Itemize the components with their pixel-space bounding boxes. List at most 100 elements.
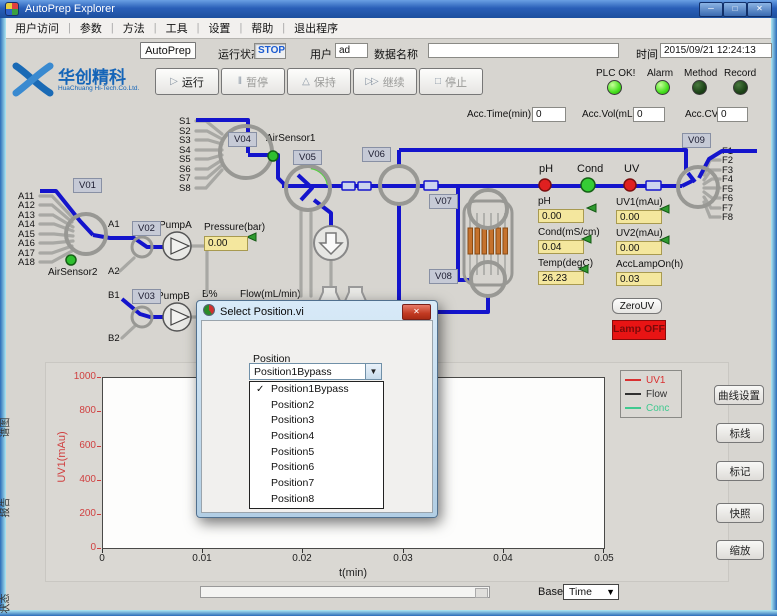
option-label: Position8: [271, 493, 314, 505]
x-tick: 0.03: [386, 553, 420, 564]
b1-label: B1: [108, 290, 120, 301]
chart-x-axis-label: t(min): [336, 567, 370, 579]
acc-vol-label: Acc.Vol(mL): [582, 109, 636, 120]
acclamp-readout-label: AccLampOn(h): [616, 259, 683, 270]
uv2-readout-label: UV2(mAu): [616, 228, 663, 239]
menu-item-tools[interactable]: 工具: [157, 20, 197, 36]
zoom-button[interactable]: 缩放: [716, 540, 764, 560]
side-tab-chromatogram[interactable]: 谱图: [0, 418, 12, 438]
dropdown-option[interactable]: Position6: [250, 460, 383, 476]
alarm-led: [655, 80, 670, 95]
valve-label-v06[interactable]: V06: [362, 147, 391, 162]
pause-button[interactable]: ‖ 暂停: [221, 68, 285, 95]
port-label: F8: [722, 212, 733, 223]
dialog-title: Select Position.vi: [203, 304, 304, 318]
chart-h-scrollbar[interactable]: [200, 586, 490, 598]
option-label: Position3: [271, 414, 314, 426]
method-led: [692, 80, 707, 95]
pump-a-icon: [163, 232, 191, 260]
user-input[interactable]: ad: [335, 43, 368, 58]
hold-button-label: 保持: [314, 74, 336, 90]
port-label: S8: [179, 183, 191, 194]
air-sensor1-label: AirSensor1: [266, 133, 315, 144]
legend-label-uv1: UV1: [646, 375, 665, 386]
base-dropdown[interactable]: Time ▼: [563, 584, 619, 600]
valve-v02[interactable]: [132, 237, 152, 257]
play-icon: ▷: [170, 76, 176, 87]
menu-item-method[interactable]: 方法: [114, 20, 154, 36]
stop-button[interactable]: □ 停止: [419, 68, 483, 95]
dropdown-option[interactable]: Position3: [250, 413, 383, 429]
dropdown-option[interactable]: Position8: [250, 492, 383, 508]
dropdown-option[interactable]: Position7: [250, 476, 383, 492]
valve-label-v03[interactable]: V03: [132, 289, 161, 304]
valve-v06[interactable]: [380, 166, 418, 204]
acc-vol-value: 0: [633, 107, 665, 122]
pipe-joints: [342, 181, 661, 190]
valve-label-v08[interactable]: V08: [429, 269, 458, 284]
window-border-bottom: [0, 610, 777, 616]
pause-button-label: 暂停: [246, 74, 268, 90]
valve-label-v05[interactable]: V05: [293, 150, 322, 165]
side-tab-report[interactable]: 报告: [0, 498, 12, 518]
autoprep-button[interactable]: AutoPrep: [140, 42, 196, 59]
valve-label-v01[interactable]: V01: [73, 178, 102, 193]
dropdown-option[interactable]: Position5: [250, 445, 383, 461]
minimize-button[interactable]: ─: [699, 2, 723, 17]
legend-item-conc: Conc: [625, 403, 677, 414]
valve-label-v09[interactable]: V09: [682, 133, 711, 148]
valve-v09[interactable]: [678, 167, 718, 207]
dialog-close-button[interactable]: ✕: [402, 304, 431, 320]
valve-v05[interactable]: [286, 166, 330, 210]
run-button[interactable]: ▷ 运行: [155, 68, 219, 95]
x-tick: 0.02: [285, 553, 319, 564]
snapshot-button[interactable]: 快照: [716, 503, 764, 523]
legend-label-conc: Conc: [646, 403, 669, 414]
resume-button[interactable]: ▷▷ 继续: [353, 68, 417, 95]
column-beads-icon: [468, 228, 508, 254]
dropdown-option[interactable]: Position4: [250, 429, 383, 445]
indicator-arrow-icons: [247, 204, 669, 273]
window-border-right: [771, 18, 777, 610]
base-label: Base:: [538, 586, 566, 598]
curve-settings-button[interactable]: 曲线设置: [714, 385, 764, 405]
pump-a-label: PumpA: [159, 220, 192, 231]
menu-item-settings[interactable]: 设置: [199, 20, 239, 36]
time-value: 2015/09/21 12:24:13: [660, 43, 772, 58]
chevron-down-icon: ▼: [606, 587, 615, 597]
menu-item-exit[interactable]: 退出程序: [285, 20, 347, 36]
mark-button[interactable]: 标记: [716, 461, 764, 481]
valve-v03[interactable]: [132, 307, 152, 327]
valve-label-v02[interactable]: V02: [132, 221, 161, 236]
dropdown-option[interactable]: ✓Position1Bypass: [250, 382, 383, 398]
menu-item-help[interactable]: 帮助: [242, 20, 282, 36]
close-button[interactable]: ✕: [747, 2, 772, 17]
column-top-valve[interactable]: [469, 190, 507, 228]
lamp-off-button[interactable]: Lamp OFF: [612, 320, 666, 340]
valve-v01[interactable]: [66, 214, 106, 254]
hold-button[interactable]: △ 保持: [287, 68, 351, 95]
scrollbar-thumb[interactable]: [475, 588, 488, 598]
marker-line-button[interactable]: 标线: [716, 423, 764, 443]
uv1-readout-label: UV1(mAu): [616, 197, 663, 208]
x-tick: 0: [85, 553, 119, 564]
valve-label-v07[interactable]: V07: [429, 194, 458, 209]
column-bottom-valve[interactable]: [471, 262, 505, 296]
resume-icon: ▷▷: [365, 76, 376, 87]
valve-position-arc: [311, 167, 329, 185]
ph-sensor-label: pH: [539, 163, 553, 175]
valve-label-v04[interactable]: V04: [228, 132, 257, 147]
dropdown-option[interactable]: Position2: [250, 398, 383, 414]
maximize-button[interactable]: □: [723, 2, 747, 17]
position-combobox[interactable]: Position1Bypass ▼: [249, 363, 382, 380]
check-icon: ✓: [256, 382, 264, 398]
menu-item-parameters[interactable]: 参数: [71, 20, 111, 36]
side-tab-status[interactable]: 状态: [0, 594, 12, 614]
zero-uv-button[interactable]: ZeroUV: [612, 298, 662, 314]
uv1-readout-value: 0.00: [616, 210, 662, 224]
run-button-label: 运行: [182, 74, 204, 90]
menu-item-user-access[interactable]: 用户访问: [6, 20, 68, 36]
chart-y-axis-label: UV1(mAu): [56, 422, 68, 492]
data-name-input[interactable]: [428, 43, 619, 58]
column-lines: [470, 213, 505, 275]
